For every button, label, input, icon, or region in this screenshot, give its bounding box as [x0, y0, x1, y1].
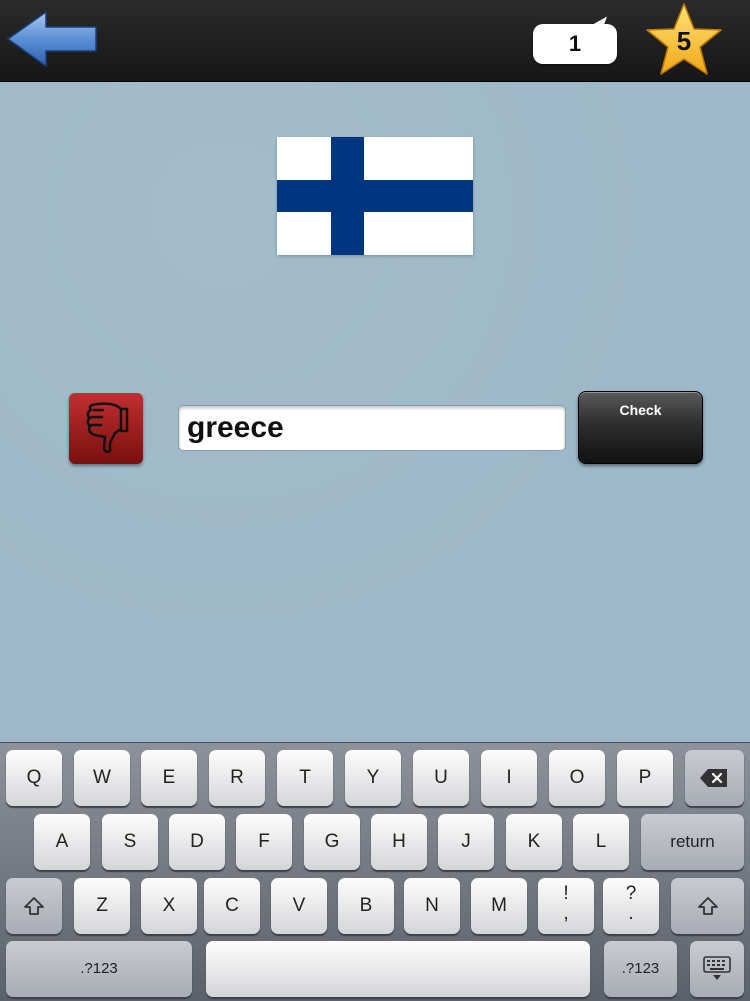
- key-z[interactable]: Z: [74, 878, 130, 934]
- shift-icon: [24, 897, 44, 915]
- numbers-key-right[interactable]: .?123: [604, 941, 677, 997]
- key-l[interactable]: L: [573, 814, 629, 870]
- return-key[interactable]: return: [641, 814, 744, 870]
- key-u[interactable]: U: [413, 750, 469, 806]
- key-x[interactable]: X: [141, 878, 197, 934]
- key-f[interactable]: F: [236, 814, 292, 870]
- onscreen-keyboard: Q W E R T Y U I O P A S D F G H J K L re…: [0, 742, 750, 1001]
- thumbs-down-icon: [86, 402, 129, 454]
- shift-icon: [698, 897, 718, 915]
- key-o[interactable]: O: [549, 750, 605, 806]
- top-bar: 1 5: [0, 0, 750, 82]
- quiz-area: greece Check: [0, 82, 750, 742]
- check-button-label: Check: [619, 402, 662, 418]
- key-comma-label: ,: [563, 903, 569, 924]
- check-button[interactable]: Check: [578, 391, 703, 464]
- key-h[interactable]: H: [371, 814, 427, 870]
- stars-badge: 5: [644, 2, 724, 78]
- key-b[interactable]: B: [338, 878, 394, 934]
- back-button[interactable]: [6, 8, 100, 70]
- key-exclaim-comma[interactable]: ! ,: [538, 878, 594, 934]
- stars-count: 5: [676, 26, 692, 56]
- key-j[interactable]: J: [438, 814, 494, 870]
- key-c[interactable]: C: [204, 878, 260, 934]
- dislike-button[interactable]: [69, 393, 143, 464]
- key-w[interactable]: W: [74, 750, 130, 806]
- hide-keyboard-key[interactable]: [690, 941, 744, 997]
- key-p[interactable]: P: [617, 750, 673, 806]
- back-arrow-icon: [6, 10, 97, 68]
- key-i[interactable]: I: [481, 750, 537, 806]
- delete-key[interactable]: [685, 750, 744, 806]
- question-counter: 1: [568, 31, 582, 56]
- shift-key-right[interactable]: [671, 878, 744, 934]
- answer-input[interactable]: greece: [178, 405, 566, 451]
- key-n[interactable]: N: [404, 878, 460, 934]
- question-counter-badge: 1: [533, 12, 617, 64]
- key-y[interactable]: Y: [345, 750, 401, 806]
- key-q[interactable]: Q: [6, 750, 62, 806]
- key-exclaim-label: !: [563, 883, 569, 904]
- key-g[interactable]: G: [304, 814, 360, 870]
- key-d[interactable]: D: [169, 814, 225, 870]
- key-m[interactable]: M: [471, 878, 527, 934]
- key-question-period[interactable]: ? .: [603, 878, 659, 934]
- key-r[interactable]: R: [209, 750, 265, 806]
- space-key[interactable]: [206, 941, 590, 997]
- key-s[interactable]: S: [102, 814, 158, 870]
- key-t[interactable]: T: [277, 750, 333, 806]
- key-a[interactable]: A: [34, 814, 90, 870]
- key-e[interactable]: E: [141, 750, 197, 806]
- key-v[interactable]: V: [271, 878, 327, 934]
- key-period-label: .: [628, 903, 634, 924]
- backspace-icon: [700, 769, 727, 787]
- finland-flag: [277, 137, 473, 255]
- shift-key-left[interactable]: [6, 878, 62, 934]
- numbers-key-left[interactable]: .?123: [6, 941, 192, 997]
- key-k[interactable]: K: [506, 814, 562, 870]
- keyboard-hide-icon: [703, 956, 731, 980]
- key-question-label: ?: [625, 883, 637, 904]
